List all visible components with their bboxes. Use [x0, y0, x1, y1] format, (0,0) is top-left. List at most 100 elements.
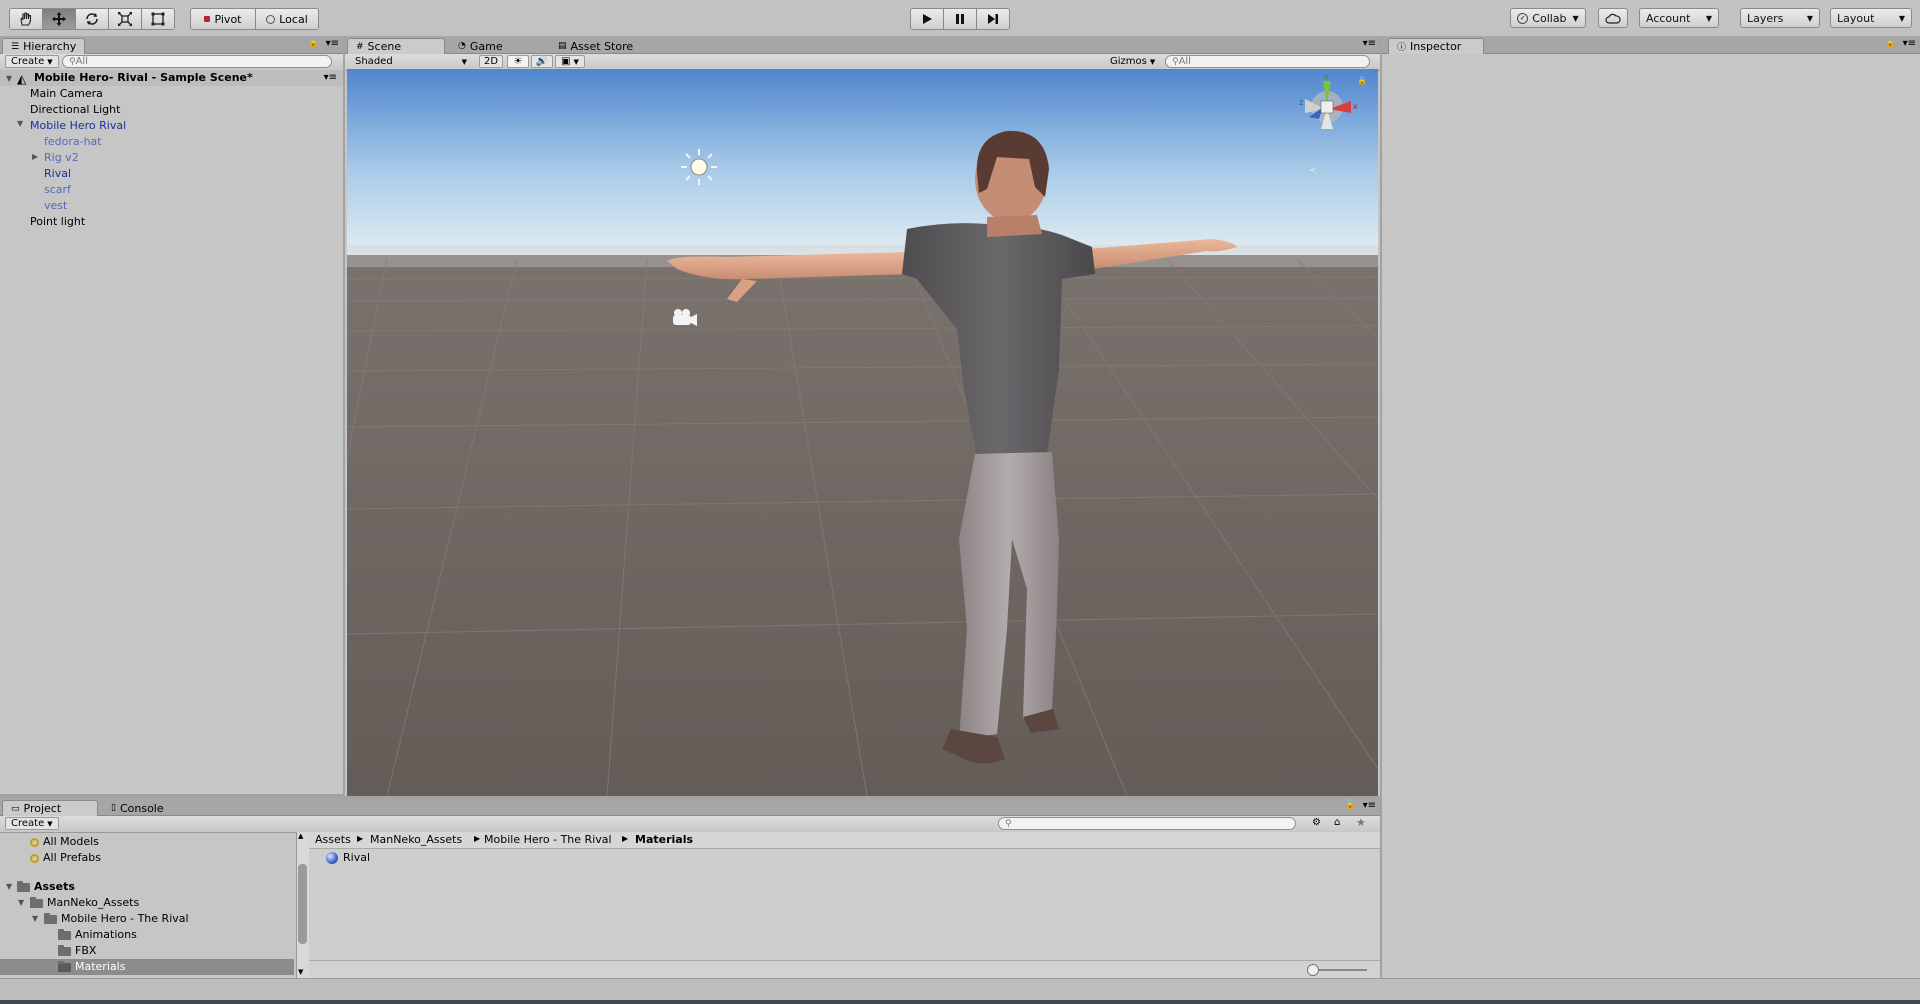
lighting-toggle[interactable]: ☀: [507, 55, 529, 68]
move-tool-button[interactable]: [43, 9, 76, 29]
expand-arrow-icon[interactable]: ▼: [18, 898, 24, 907]
grid-icon: #: [356, 41, 364, 52]
folder-icon: [58, 944, 71, 956]
tab-scene[interactable]: # Scene: [347, 38, 445, 54]
rect-tool-button[interactable]: [142, 9, 174, 29]
expand-arrow-icon[interactable]: ▼: [32, 914, 38, 923]
lock-icon[interactable]: 🔒: [308, 38, 319, 48]
tag-icon[interactable]: ⌂: [1334, 817, 1340, 828]
hierarchy-item[interactable]: Point light: [30, 215, 85, 228]
scroll-down-icon[interactable]: ▼: [298, 968, 303, 976]
scrollbar-thumb[interactable]: [298, 864, 307, 944]
folder-icon: [58, 960, 71, 972]
layers-dropdown[interactable]: Layers ▼: [1740, 8, 1820, 28]
hierarchy-item[interactable]: Mobile Hero Rival: [30, 119, 126, 132]
hierarchy-item[interactable]: vest: [44, 199, 67, 212]
tab-game[interactable]: ◔ Game: [449, 38, 512, 53]
project-subbar: Create ▼ ⚲ ⚙ ⌂ ★: [0, 816, 1380, 833]
breadcrumb-item-current[interactable]: Materials: [635, 833, 693, 846]
asset-item[interactable]: Rival: [326, 851, 370, 864]
layout-dropdown[interactable]: Layout ▼: [1830, 8, 1912, 28]
project-folder-tree: All Models All Prefabs ▼ Assets ▼ ManNek…: [0, 832, 296, 978]
project-search-input[interactable]: ⚲: [998, 817, 1296, 830]
tree-scrollbar[interactable]: ▲ ▼: [296, 832, 309, 978]
breadcrumb-item[interactable]: Mobile Hero - The Rival: [484, 833, 612, 846]
panel-menu-icon[interactable]: ▾≡: [1363, 800, 1376, 811]
tree-item[interactable]: ManNeko_Assets: [30, 896, 139, 909]
cloud-button[interactable]: [1598, 8, 1628, 28]
status-bar: [0, 978, 1920, 1001]
filter-type-icon[interactable]: ⚙: [1312, 817, 1321, 828]
tree-item-selected[interactable]: Materials: [58, 960, 125, 973]
favorite-item[interactable]: All Models: [30, 835, 99, 848]
rotate-tool-button[interactable]: [76, 9, 109, 29]
tree-item[interactable]: Assets: [17, 880, 75, 893]
playback-controls: [910, 8, 1010, 30]
tab-asset-store[interactable]: ▤ Asset Store: [549, 38, 642, 53]
tab-hierarchy[interactable]: ☰ Hierarchy: [2, 38, 86, 54]
hand-tool-button[interactable]: [10, 9, 43, 29]
gizmos-dropdown[interactable]: Gizmos ▼: [1105, 55, 1156, 68]
panel-menu-icon[interactable]: ▾≡: [326, 38, 339, 49]
zoom-slider-thumb[interactable]: [1307, 964, 1319, 976]
local-label: Local: [279, 12, 308, 26]
tab-inspector[interactable]: ⓘ Inspector: [1388, 38, 1484, 54]
expand-arrow-icon[interactable]: ▼: [6, 882, 12, 891]
local-button[interactable]: Local: [256, 9, 318, 29]
audio-toggle[interactable]: 🔊: [531, 55, 553, 68]
effects-dropdown[interactable]: ▣ ▼: [555, 55, 585, 68]
gizmo-lock-icon[interactable]: 🔒: [1357, 76, 1367, 85]
lock-icon[interactable]: 🔒: [1885, 38, 1896, 48]
step-button[interactable]: [977, 9, 1009, 29]
chevron-down-icon: ▼: [1149, 57, 1156, 66]
scale-tool-button[interactable]: [109, 9, 142, 29]
project-create-button[interactable]: Create ▼: [5, 817, 59, 830]
scene-viewport[interactable]: y x z 🔒 ≺: [347, 69, 1378, 796]
tab-project[interactable]: ▭ Project: [2, 800, 98, 816]
scene-render: y x z 🔒 ≺: [347, 69, 1378, 796]
pacman-icon: ◔: [458, 41, 466, 51]
hierarchy-item[interactable]: scarf: [44, 183, 71, 196]
pause-button[interactable]: [944, 9, 977, 29]
hierarchy-item[interactable]: Directional Light: [30, 103, 120, 116]
panel-menu-icon[interactable]: ▾≡: [1903, 38, 1916, 49]
panel-menu-icon[interactable]: ▾≡: [1363, 38, 1376, 49]
star-icon[interactable]: ★: [1356, 816, 1366, 829]
inspector-tabstrip: ⓘ Inspector 🔒 ▾≡: [1382, 36, 1920, 54]
breadcrumb-item[interactable]: ManNeko_Assets: [370, 833, 462, 846]
tab-console[interactable]: ▯ Console: [102, 800, 173, 815]
material-sphere-icon: [326, 852, 338, 864]
hierarchy-item[interactable]: Rig v2: [44, 151, 79, 164]
pivot-button[interactable]: Pivot: [191, 9, 256, 29]
expand-arrow-icon[interactable]: ▼: [6, 74, 12, 83]
collab-button[interactable]: ✓ Collab ▼: [1510, 8, 1586, 28]
breadcrumb-item[interactable]: Assets: [315, 833, 351, 846]
lock-icon[interactable]: 🔒: [1345, 800, 1356, 810]
collapse-arrow-icon[interactable]: ▶: [32, 152, 38, 161]
breadcrumb-separator-icon: ▶: [357, 834, 364, 843]
mode-2d-toggle[interactable]: 2D: [479, 55, 503, 68]
chevron-down-icon: ▼: [1898, 13, 1905, 23]
play-button[interactable]: [911, 9, 944, 29]
tree-item[interactable]: FBX: [58, 944, 96, 957]
expand-arrow-icon[interactable]: ▼: [17, 119, 23, 128]
hierarchy-item[interactable]: Rival: [44, 167, 71, 180]
hierarchy-create-button[interactable]: Create ▼: [5, 55, 59, 68]
hierarchy-item[interactable]: fedora-hat: [44, 135, 102, 148]
store-icon: ▤: [558, 41, 567, 51]
hierarchy-search-input[interactable]: ⚲ All: [62, 55, 332, 68]
scene-search-input[interactable]: ⚲ All: [1165, 55, 1370, 68]
hierarchy-item[interactable]: Main Camera: [30, 87, 103, 100]
tree-item[interactable]: Animations: [58, 928, 137, 941]
layout-label: Layout: [1837, 11, 1875, 25]
shading-mode-dropdown[interactable]: Shaded ▼: [350, 55, 472, 68]
favorite-label: All Prefabs: [43, 851, 101, 864]
tree-item[interactable]: Mobile Hero - The Rival: [44, 912, 189, 925]
collab-label: Collab: [1532, 11, 1567, 25]
favorite-item[interactable]: All Prefabs: [30, 851, 101, 864]
scroll-up-icon[interactable]: ▲: [298, 832, 303, 840]
hierarchy-tabstrip: ☰ Hierarchy 🔒 ▾≡: [0, 36, 343, 54]
rect-transform-icon: [151, 12, 165, 26]
scene-menu-icon[interactable]: ▾≡: [324, 72, 337, 83]
account-dropdown[interactable]: Account ▼: [1639, 8, 1719, 28]
